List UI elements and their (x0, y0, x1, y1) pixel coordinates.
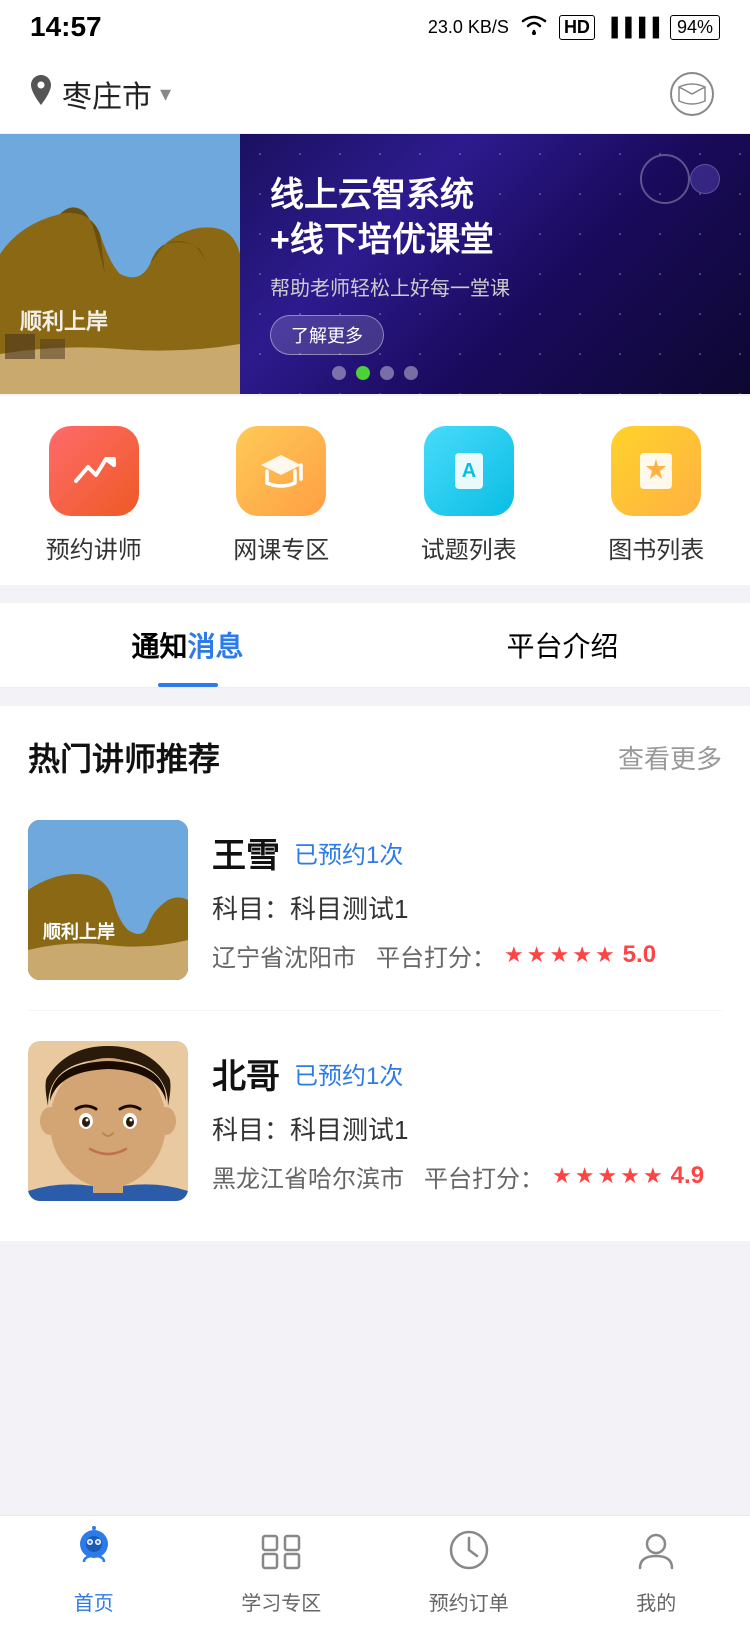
teacher-info-2: 北哥 已预约1次 科目：科目测试1 黑龙江省哈尔滨市 平台打分： ★ ★ ★ ★ (212, 1049, 722, 1194)
banner-left-image: 顺利上岸 (0, 134, 240, 394)
battery-icon: 94% (670, 15, 720, 40)
teacher-avatar-1: 顺利上岸 (28, 820, 188, 980)
banner-cta[interactable]: 了解更多 (270, 315, 384, 355)
teacher-name-2: 北哥 (212, 1049, 280, 1098)
status-bar: 14:57 23.0 KB/S HD ▐▐▐▐ 94% (0, 0, 750, 54)
banner: 顺利上岸 线上云智系统 +线下培优课堂 帮助老师轻松上好每一堂课 了解更多 (0, 134, 750, 394)
dropdown-arrow: ▾ (160, 81, 171, 107)
banner-dots (332, 366, 418, 380)
bottom-nav: 首页 学习专区 预约订单 (0, 1515, 750, 1625)
menu-item-online-courses[interactable]: 网课专区 (188, 426, 376, 565)
message-button[interactable] (662, 64, 722, 124)
status-icons: 23.0 KB/S HD ▐▐▐▐ 94% (428, 13, 720, 41)
teacher-subject-1: 科目：科目测试1 (212, 889, 722, 926)
location-pin-icon (28, 75, 54, 113)
dot-4[interactable] (404, 366, 418, 380)
rating-score-1: 5.0 (623, 941, 656, 969)
teachers-section: 顺利上岸 王雪 已预约1次 科目：科目测试1 辽宁省沈阳市 平台打分： ★ (0, 790, 750, 1241)
menu-item-book-lecturer[interactable]: 预约讲师 (0, 426, 188, 565)
tab-notice[interactable]: 通知消息 (0, 603, 375, 687)
booking-count-2: 已预约1次 (294, 1056, 403, 1091)
section-header: 热门讲师推荐 查看更多 (0, 706, 750, 790)
teacher-info-1: 王雪 已预约1次 科目：科目测试1 辽宁省沈阳市 平台打分： ★ ★ ★ ★ (212, 828, 722, 973)
tab-platform[interactable]: 平台介绍 (375, 603, 750, 687)
exam-list-icon: A (424, 426, 514, 516)
nav-learning[interactable]: 学习专区 (188, 1526, 376, 1616)
nav-appointments[interactable]: 预约订单 (375, 1526, 563, 1616)
nav-learning-label: 学习专区 (241, 1587, 321, 1616)
teacher-location-1: 辽宁省沈阳市 (212, 938, 356, 973)
rating-row-2: 平台打分： ★ ★ ★ ★ ★ 4.9 (424, 1159, 704, 1194)
tabs-section: 通知消息 平台介绍 (0, 603, 750, 688)
dot-1[interactable] (332, 366, 346, 380)
learning-icon (257, 1526, 305, 1581)
teacher-subject-2: 科目：科目测试1 (212, 1110, 722, 1147)
teacher-name-1: 王雪 (212, 828, 280, 877)
online-courses-label: 网课专区 (233, 530, 329, 565)
dot-2[interactable] (356, 366, 370, 380)
svg-text:顺利上岸: 顺利上岸 (43, 921, 115, 942)
stars-1: ★ ★ ★ ★ ★ (504, 942, 615, 968)
profile-icon (632, 1526, 680, 1581)
book-lecturer-icon (49, 426, 139, 516)
clock-icon (445, 1526, 493, 1581)
location-button[interactable]: 枣庄市 ▾ (28, 72, 171, 116)
nav-appointments-label: 预约订单 (429, 1587, 509, 1616)
menu-item-book-list[interactable]: 图书列表 (563, 426, 750, 565)
teacher-meta-1: 辽宁省沈阳市 平台打分： ★ ★ ★ ★ ★ 5.0 (212, 938, 722, 973)
teacher-card-1[interactable]: 顺利上岸 王雪 已预约1次 科目：科目测试1 辽宁省沈阳市 平台打分： ★ (28, 790, 722, 1011)
book-list-label: 图书列表 (608, 530, 704, 565)
svg-text:顺利上岸: 顺利上岸 (20, 309, 108, 334)
svg-text:A: A (462, 460, 476, 482)
book-list-icon (611, 426, 701, 516)
section-title: 热门讲师推荐 (28, 734, 220, 780)
online-courses-icon (236, 426, 326, 516)
dot-3[interactable] (380, 366, 394, 380)
rating-score-2: 4.9 (671, 1162, 704, 1190)
quick-menu: 预约讲师 网课专区 A 试题列表 图书列表 (0, 396, 750, 585)
menu-item-exam-list[interactable]: A 试题列表 (375, 426, 563, 565)
hd-badge: HD (559, 15, 595, 40)
booking-count-1: 已预约1次 (294, 835, 403, 870)
home-icon (70, 1526, 118, 1581)
teacher-card-2[interactable]: 北哥 已预约1次 科目：科目测试1 黑龙江省哈尔滨市 平台打分： ★ ★ ★ ★ (28, 1011, 722, 1241)
nav-profile[interactable]: 我的 (563, 1526, 750, 1616)
rating-row-1: 平台打分： ★ ★ ★ ★ ★ 5.0 (376, 938, 656, 973)
see-more-button[interactable]: 查看更多 (618, 739, 722, 776)
stars-2: ★ ★ ★ ★ ★ (552, 1163, 663, 1189)
nav-home[interactable]: 首页 (0, 1526, 188, 1616)
book-lecturer-label: 预约讲师 (46, 530, 142, 565)
teacher-location-2: 黑龙江省哈尔滨市 (212, 1159, 404, 1194)
banner-right: 线上云智系统 +线下培优课堂 帮助老师轻松上好每一堂课 了解更多 (240, 134, 750, 394)
status-time: 14:57 (30, 11, 102, 43)
data-speed: 23.0 KB/S (428, 17, 509, 38)
teacher-meta-2: 黑龙江省哈尔滨市 平台打分： ★ ★ ★ ★ ★ 4.9 (212, 1159, 722, 1194)
banner-title: 线上云智系统 +线下培优课堂 (270, 173, 494, 261)
nav-home-label: 首页 (74, 1587, 114, 1616)
top-nav: 枣庄市 ▾ (0, 54, 750, 134)
teacher-avatar-2 (28, 1041, 188, 1201)
wifi-icon (519, 13, 549, 41)
signal-icon: ▐▐▐▐ (605, 17, 660, 38)
banner-subtitle: 帮助老师轻松上好每一堂课 (270, 272, 510, 301)
nav-profile-label: 我的 (636, 1587, 676, 1616)
exam-list-label: 试题列表 (421, 530, 517, 565)
city-name: 枣庄市 (62, 72, 152, 116)
